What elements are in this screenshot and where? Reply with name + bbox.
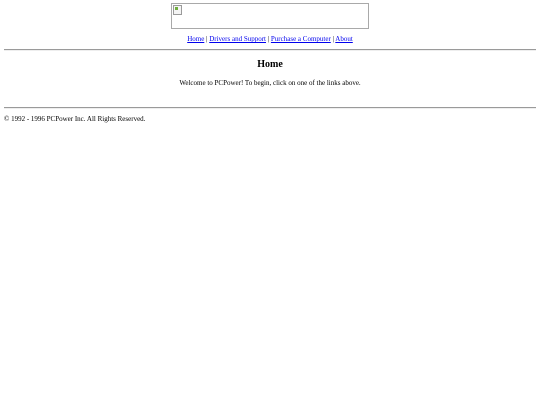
page-title: Home bbox=[257, 59, 283, 70]
divider-bottom bbox=[4, 107, 536, 109]
nav-link-drivers-and-support[interactable]: Drivers and Support bbox=[209, 35, 266, 43]
banner-image bbox=[171, 3, 369, 29]
footer-copyright: © 1992 - 1996 PCPower Inc. All Rights Re… bbox=[4, 115, 146, 123]
nav-bar: Home | Drivers and Support | Purchase a … bbox=[0, 35, 540, 43]
nav-link-about[interactable]: About bbox=[335, 35, 353, 43]
nav-link-home[interactable]: Home bbox=[187, 35, 204, 43]
broken-image-icon bbox=[173, 5, 182, 15]
nav-link-purchase-a-computer[interactable]: Purchase a Computer bbox=[271, 35, 331, 43]
divider-top bbox=[4, 49, 536, 51]
welcome-text: Welcome to PCPower! To begin, click on o… bbox=[179, 79, 361, 87]
